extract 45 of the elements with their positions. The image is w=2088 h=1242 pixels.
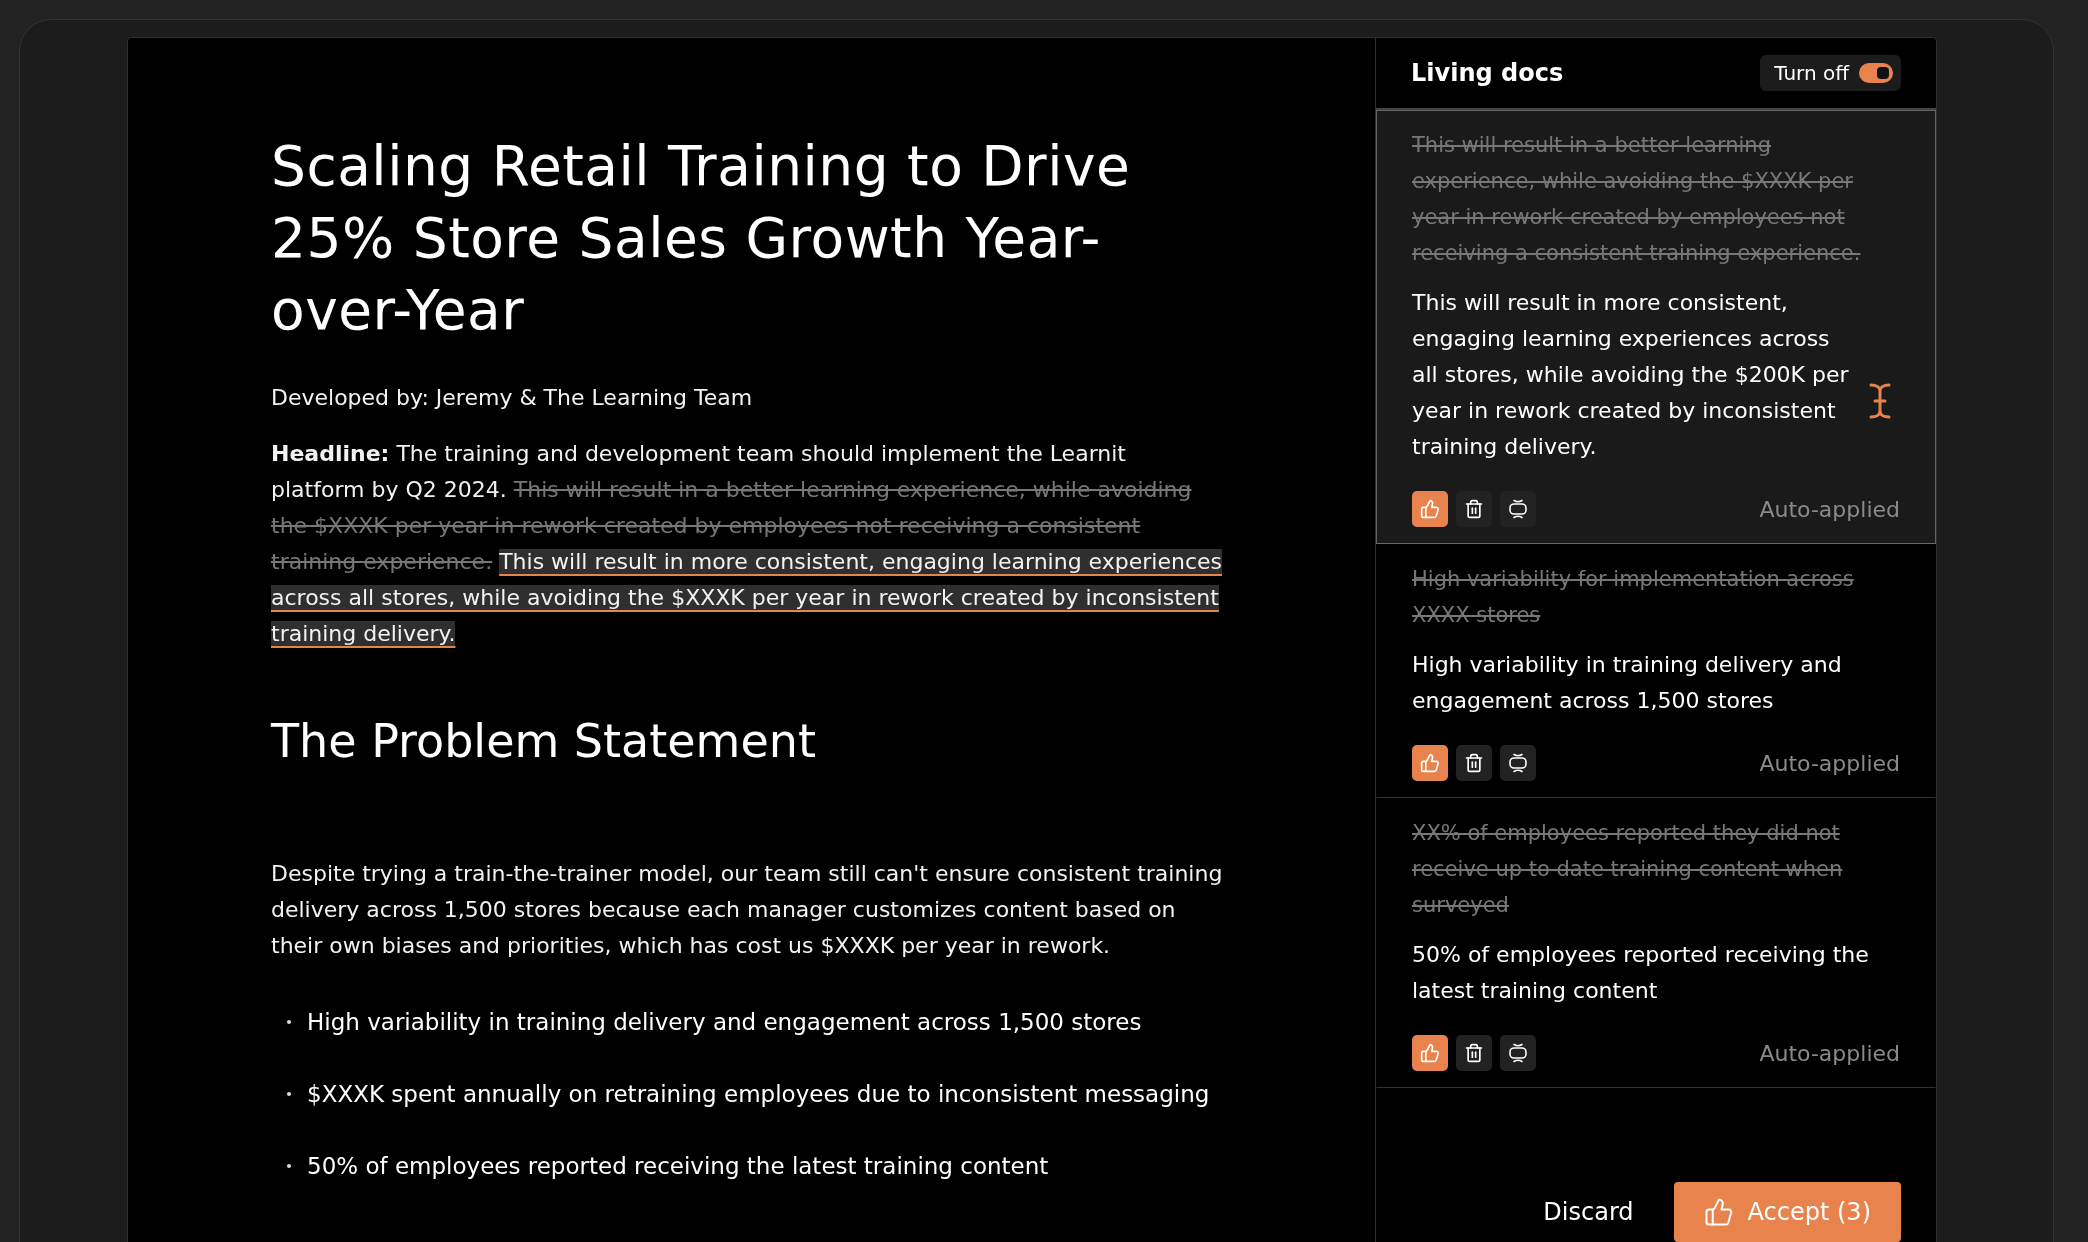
panel-title: Living docs (1411, 59, 1564, 87)
thumbs-up-button[interactable] (1412, 491, 1448, 527)
byline: Developed by: Jeremy & The Learning Team (271, 384, 754, 412)
bullet-icon (287, 1020, 291, 1024)
bullet-text: $XXXK spent annually on retraining employees due to inconsistent messaging (307, 1081, 1210, 1107)
removed-text: XX% of employees reported they did not receive up to date training content when surveyed (1412, 820, 1844, 919)
capsule-icon (1507, 1042, 1529, 1064)
discard-button[interactable]: Discard (1533, 1188, 1644, 1236)
status-label: Auto-applied (1759, 750, 1900, 776)
thumbs-up-icon (1703, 1197, 1734, 1227)
document-title: Scaling Retail Training to Drive 25% Store Sales Growth Year-over-Year (271, 133, 1132, 344)
text-cursor-icon (1869, 383, 1891, 419)
suggested-text: 50% of employees reported receiving the latest training content (1412, 941, 1870, 1005)
thumbs-up-icon (1420, 753, 1440, 773)
compare-button[interactable] (1500, 745, 1536, 781)
section-heading: The Problem Statement (271, 714, 817, 768)
delete-button[interactable] (1456, 491, 1492, 527)
bullet-text: High variability in training delivery and engagement across 1,500 stores (307, 1009, 1142, 1035)
status-label: Auto-applied (1759, 496, 1900, 522)
thumbs-up-icon (1420, 1043, 1440, 1063)
compare-button[interactable] (1500, 491, 1536, 527)
delete-button[interactable] (1456, 1035, 1492, 1071)
status-label: Auto-applied (1759, 1040, 1900, 1066)
section-paragraph: Despite trying a train-the-trainer model, our team still can't ensure consistent training delivery across 1,500 stores because each manager customizes content based on their own biases and priorities, which has cost us $XXXK per year in rework. (271, 860, 1224, 960)
capsule-icon (1507, 752, 1529, 774)
trash-icon (1464, 499, 1484, 519)
thumbs-up-button[interactable] (1412, 1035, 1448, 1071)
suggested-text: This will result in more consistent, engaging learning experiences across all stores, while avoiding the $200K per year in rework created by inconsistent training delivery. (1412, 289, 1850, 461)
bullet-icon (287, 1092, 291, 1096)
thumbs-up-icon (1420, 499, 1440, 519)
suggested-text: High variability in training delivery and engagement across 1,500 stores (1412, 651, 1843, 715)
headline-paragraph: Headline: The training and development team should implement the Learnit platform by Q2 2024. This will result in a better learning experience, while avoiding the $XXXK per year in rework created by employees not receiving a consistent training experience. This will result in more consistent, engaging learning experiences across all stores, while avoiding the $XXXK per year in rework created by inconsistent training delivery. (271, 440, 1223, 648)
thumbs-up-button[interactable] (1412, 745, 1448, 781)
removed-text: High variability for implementation across XXXX stores (1412, 566, 1855, 629)
trash-icon (1464, 753, 1484, 773)
capsule-icon (1507, 498, 1529, 520)
trash-icon (1464, 1043, 1484, 1063)
removed-text: This will result in a better learning experience, while avoiding the $XXXK per year in rework created by employees not receiving a consistent training experience. (1412, 132, 1862, 267)
delete-button[interactable] (1456, 745, 1492, 781)
turn-off-toggle[interactable]: Turn off (1760, 55, 1901, 91)
bullet-icon (287, 1164, 291, 1168)
compare-button[interactable] (1500, 1035, 1536, 1071)
suggestion-card[interactable] (1376, 110, 1936, 544)
bullet-text: 50% of employees reported receiving the latest training content (307, 1153, 1049, 1179)
toggle-switch[interactable] (1859, 63, 1893, 83)
